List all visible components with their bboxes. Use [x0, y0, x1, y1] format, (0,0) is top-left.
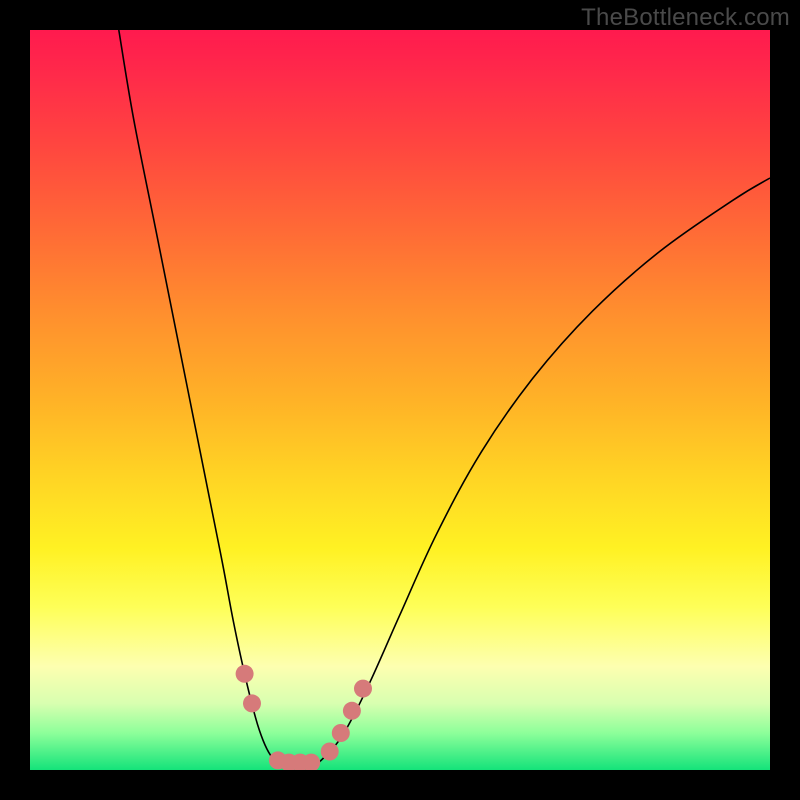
- plot-area: [30, 30, 770, 770]
- marker-dot: [332, 724, 350, 742]
- curve-left-branch: [119, 30, 278, 763]
- chart-frame: TheBottleneck.com: [0, 0, 800, 800]
- marker-dot: [236, 665, 254, 683]
- marker-dot: [243, 694, 261, 712]
- curve-right-branch: [319, 178, 770, 763]
- marker-dot: [343, 702, 361, 720]
- marker-dot: [354, 680, 372, 698]
- watermark-text: TheBottleneck.com: [581, 4, 790, 32]
- curve-overlay: [30, 30, 770, 770]
- marker-dot: [321, 743, 339, 761]
